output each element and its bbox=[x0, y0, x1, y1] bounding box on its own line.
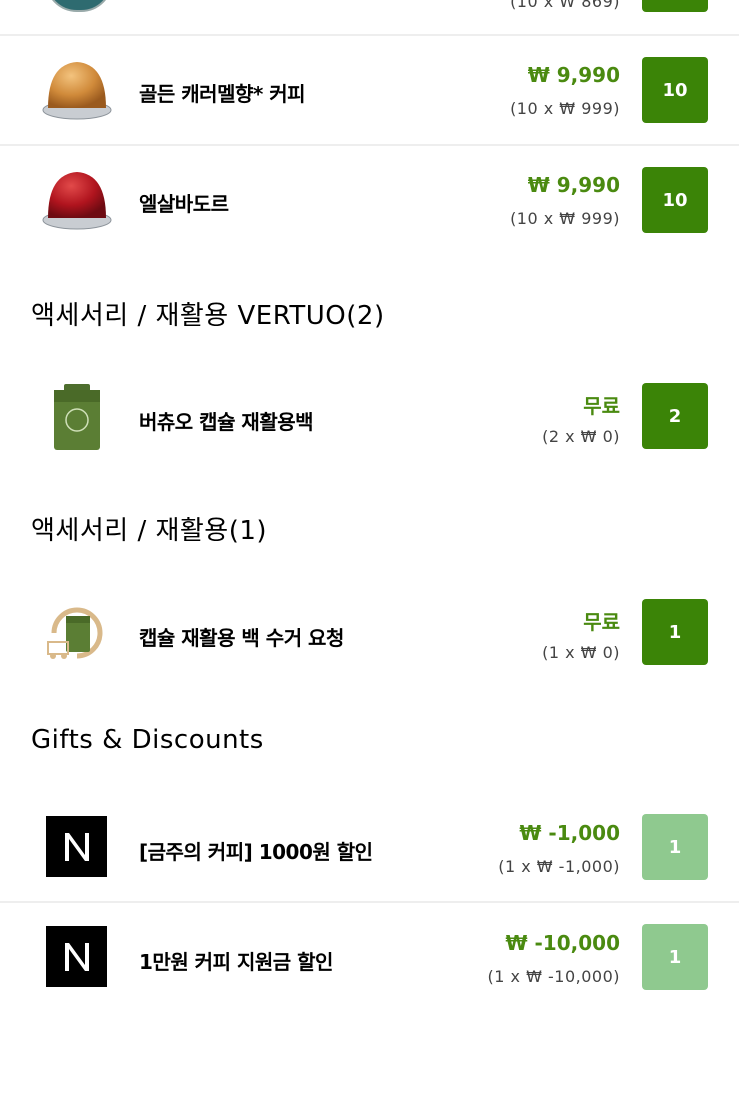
nespresso-logo-icon bbox=[46, 926, 107, 987]
item-name: 버츄오 캡슐 재활용백 bbox=[139, 410, 314, 434]
nespresso-logo-icon bbox=[46, 816, 107, 877]
quantity-button[interactable]: 1 bbox=[642, 599, 708, 665]
quantity-button[interactable]: 10 bbox=[642, 167, 708, 233]
item-price: 무료 bbox=[583, 394, 620, 418]
quantity-button-disabled: 1 bbox=[642, 814, 708, 880]
section-title-recycling: 액세서리 / 재활용(1) bbox=[31, 516, 268, 546]
cart-item-recycling-bag: 버츄오 캡슐 재활용백 무료 (2 x ₩ 0) 2 bbox=[0, 364, 739, 472]
quantity-button[interactable]: 10 bbox=[642, 57, 708, 123]
quantity-button-disabled: 1 bbox=[642, 924, 708, 990]
item-price: ₩ -10,000 bbox=[505, 931, 620, 955]
partial-unit-price: (10 x ₩ 869) bbox=[510, 0, 620, 11]
capsule-image-golden bbox=[42, 62, 112, 120]
quantity-button[interactable]: 2 bbox=[642, 383, 708, 449]
item-unit-price: (1 x ₩ -1,000) bbox=[498, 857, 620, 876]
cart-item-weekly-coffee-discount: [금주의 커피] 1000원 할인 ₩ -1,000 (1 x ₩ -1,000… bbox=[0, 794, 739, 902]
partial-capsule-thumb bbox=[45, 0, 113, 12]
item-unit-price: (10 x ₩ 999) bbox=[510, 99, 620, 118]
item-price: ₩ -1,000 bbox=[519, 821, 620, 845]
item-price: 무료 bbox=[583, 610, 620, 634]
item-price: ₩ 9,990 bbox=[527, 173, 620, 197]
item-unit-price: (1 x ₩ 0) bbox=[542, 643, 620, 662]
cart-item-coffee-subsidy-discount: 1만원 커피 지원금 할인 ₩ -10,000 (1 x ₩ -10,000) … bbox=[0, 904, 739, 1012]
bag-pickup-image bbox=[47, 607, 103, 659]
item-name: 1만원 커피 지원금 할인 bbox=[139, 950, 333, 974]
capsule-image-el-salvador bbox=[42, 172, 112, 230]
item-price: ₩ 9,990 bbox=[527, 63, 620, 87]
item-name: [금주의 커피] 1000원 할인 bbox=[139, 840, 373, 864]
item-name: 엘살바도르 bbox=[139, 192, 229, 216]
partial-quantity-button[interactable] bbox=[642, 0, 708, 12]
cart-item-golden-caramel: 골든 캐러멜향* 커피 ₩ 9,990 (10 x ₩ 999) 10 bbox=[0, 36, 739, 144]
cart-item-bag-pickup-request: 캡슐 재활용 백 수거 요청 무료 (1 x ₩ 0) 1 bbox=[0, 580, 739, 688]
recycling-bag-image bbox=[54, 384, 100, 450]
item-name: 골든 캐러멜향* 커피 bbox=[139, 82, 306, 106]
item-unit-price: (2 x ₩ 0) bbox=[542, 427, 620, 446]
section-title-gifts-discounts: Gifts & Discounts bbox=[31, 725, 264, 755]
divider bbox=[0, 901, 739, 903]
section-title-vertuo-recycling: 액세서리 / 재활용 VERTUO(2) bbox=[31, 301, 385, 331]
cart-item-el-salvador: 엘살바도르 ₩ 9,990 (10 x ₩ 999) 10 bbox=[0, 146, 739, 254]
item-unit-price: (1 x ₩ -10,000) bbox=[487, 967, 620, 986]
item-name: 캡슐 재활용 백 수거 요청 bbox=[139, 626, 344, 650]
item-unit-price: (10 x ₩ 999) bbox=[510, 209, 620, 228]
